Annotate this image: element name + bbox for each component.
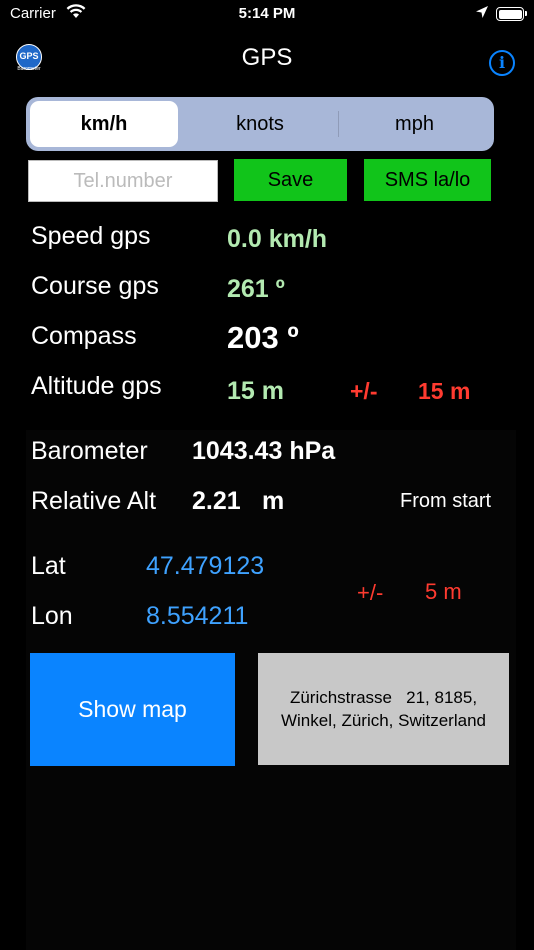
- altitude-accuracy: 15 m: [418, 378, 471, 404]
- phone-number-input[interactable]: [28, 160, 218, 202]
- altitude-label: Altitude gps: [31, 372, 162, 400]
- relative-altitude-unit: m: [262, 487, 285, 515]
- latitude-value: 47.479123: [146, 552, 265, 580]
- relative-altitude-label: Relative Alt: [31, 487, 157, 515]
- from-start-label: From start: [400, 490, 492, 512]
- altitude-value: 15 m: [227, 377, 284, 405]
- latitude-label: Lat: [31, 552, 66, 580]
- address-line-2: Winkel, Zürich, Switzerland: [280, 711, 486, 730]
- info-icon[interactable]: i: [489, 50, 515, 76]
- clock: 5:14 PM: [238, 5, 296, 22]
- sms-lat-lon-button[interactable]: SMS la/lo: [364, 159, 491, 201]
- address-box: Zürichstrasse 21, 8185, Winkel, Zürich, …: [258, 653, 509, 765]
- unit-option-mph[interactable]: mph: [339, 101, 490, 147]
- course-value: 261 º: [227, 275, 285, 303]
- position-accuracy: 5 m: [425, 579, 462, 604]
- save-button[interactable]: Save: [234, 159, 347, 201]
- status-bar: Carrier 5:14 PM: [0, 0, 534, 30]
- show-map-button[interactable]: Show map: [30, 653, 235, 766]
- compass-value: 203 º: [227, 320, 299, 355]
- barometer-label: Barometer: [31, 437, 148, 465]
- relative-altitude-value: 2.21: [192, 487, 241, 515]
- unit-option-kmh[interactable]: km/h: [30, 101, 178, 147]
- speed-label: Speed gps: [31, 222, 151, 250]
- navigation-bar: GPS Barometer GPS: [0, 36, 534, 80]
- course-label: Course gps: [31, 272, 159, 300]
- speed-value: 0.0 km/h: [227, 225, 328, 253]
- battery-icon: [496, 7, 527, 21]
- altitude-plus-minus: +/-: [350, 378, 378, 404]
- position-plus-minus: +/-: [357, 580, 384, 605]
- unit-option-knots[interactable]: knots: [182, 101, 338, 147]
- page-title: GPS: [241, 44, 293, 71]
- address-line-1: Zürichstrasse 21, 8185,: [289, 688, 478, 707]
- location-arrow-icon: [475, 5, 489, 23]
- barometer-value: 1043.43 hPa: [192, 437, 336, 465]
- unit-segmented-control: km/h knots mph: [26, 97, 494, 151]
- longitude-value: 8.554211: [146, 602, 249, 630]
- longitude-label: Lon: [31, 602, 73, 630]
- compass-label: Compass: [31, 322, 137, 350]
